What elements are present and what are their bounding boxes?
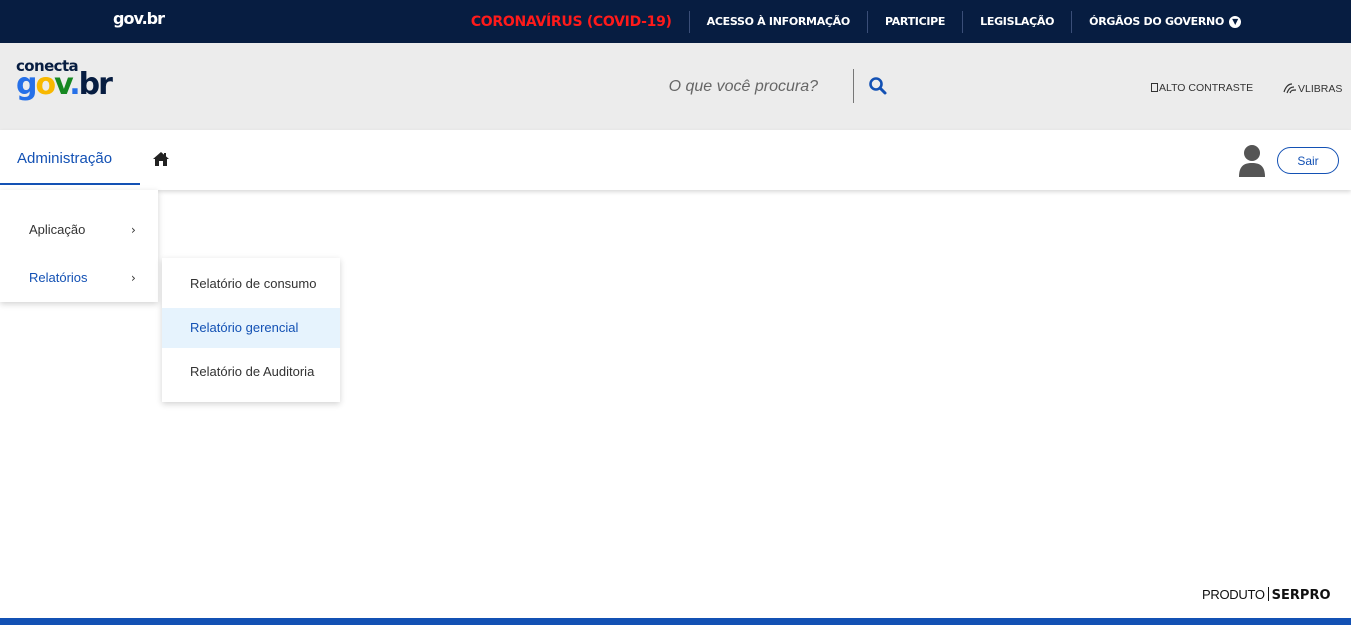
chevron-down-icon: ▼ <box>1229 15 1241 28</box>
menu-item-label: Aplicação <box>29 222 86 237</box>
search-box <box>600 67 900 107</box>
gov-links: CORONAVÍRUS (COVID-19) ACESSO À INFORMAÇ… <box>454 0 1241 43</box>
produto-label: PRODUTO <box>1202 587 1265 602</box>
link-orgaos-label: ÓRGÃOS DO GOVERNO <box>1089 14 1224 28</box>
link-orgaos-governo[interactable]: ÓRGÃOS DO GOVERNO ▼ <box>1072 11 1241 33</box>
link-acesso-informacao[interactable]: ACESSO À INFORMAÇÃO <box>690 10 868 33</box>
vlibras-toggle[interactable]: VLIBRAS <box>1282 82 1342 95</box>
produto-serpro: PRODUTO SERPRO <box>1202 587 1331 603</box>
home-icon[interactable] <box>152 150 170 168</box>
conecta-govbr-logo[interactable]: conecta gov.br <box>16 59 113 102</box>
brand-big: gov.br <box>16 67 113 102</box>
gov-top-bar: gov.br CORONAVÍRUS (COVID-19) ACESSO À I… <box>0 0 1351 43</box>
vlibras-label: VLIBRAS <box>1298 83 1343 95</box>
chevron-right-icon: › <box>131 223 136 237</box>
footer-bar <box>0 618 1351 625</box>
submenu-relatorio-consumo[interactable]: Relatório de consumo <box>162 260 340 308</box>
footer-divider <box>1267 587 1269 601</box>
search-divider <box>853 69 854 103</box>
menu-item-aplicacao[interactable]: Aplicação › <box>0 206 158 254</box>
link-covid[interactable]: CORONAVÍRUS (COVID-19) <box>454 10 690 33</box>
contrast-icon <box>1151 83 1158 92</box>
admin-dropdown-menu: Aplicação › Relatórios › <box>0 190 158 302</box>
main-nav: Administração Sair <box>0 130 1351 190</box>
relatorios-submenu: Relatório de consumo Relatório gerencial… <box>162 258 340 402</box>
search-input[interactable] <box>600 75 818 99</box>
menu-item-label: Relatórios <box>29 270 88 285</box>
high-contrast-toggle[interactable]: ALTO CONTRASTE <box>1151 82 1253 94</box>
submenu-relatorio-gerencial[interactable]: Relatório gerencial <box>162 308 340 348</box>
site-header: conecta gov.br <box>0 43 1351 130</box>
user-avatar-icon[interactable] <box>1238 144 1266 178</box>
chevron-right-icon: › <box>131 271 136 285</box>
menu-item-relatorios[interactable]: Relatórios › <box>0 254 158 302</box>
tab-administracao[interactable]: Administração <box>0 130 140 185</box>
link-legislacao[interactable]: LEGISLAÇÃO <box>963 10 1073 33</box>
submenu-relatorio-auditoria[interactable]: Relatório de Auditoria <box>162 348 340 396</box>
search-icon[interactable] <box>868 76 888 96</box>
high-contrast-label: ALTO CONTRASTE <box>1159 82 1254 94</box>
logout-button[interactable]: Sair <box>1277 147 1339 174</box>
link-participe[interactable]: PARTICIPE <box>868 10 964 33</box>
govbr-logo[interactable]: gov.br <box>113 9 165 28</box>
sign-language-icon <box>1283 83 1297 94</box>
serpro-logo: SERPRO <box>1271 588 1331 603</box>
